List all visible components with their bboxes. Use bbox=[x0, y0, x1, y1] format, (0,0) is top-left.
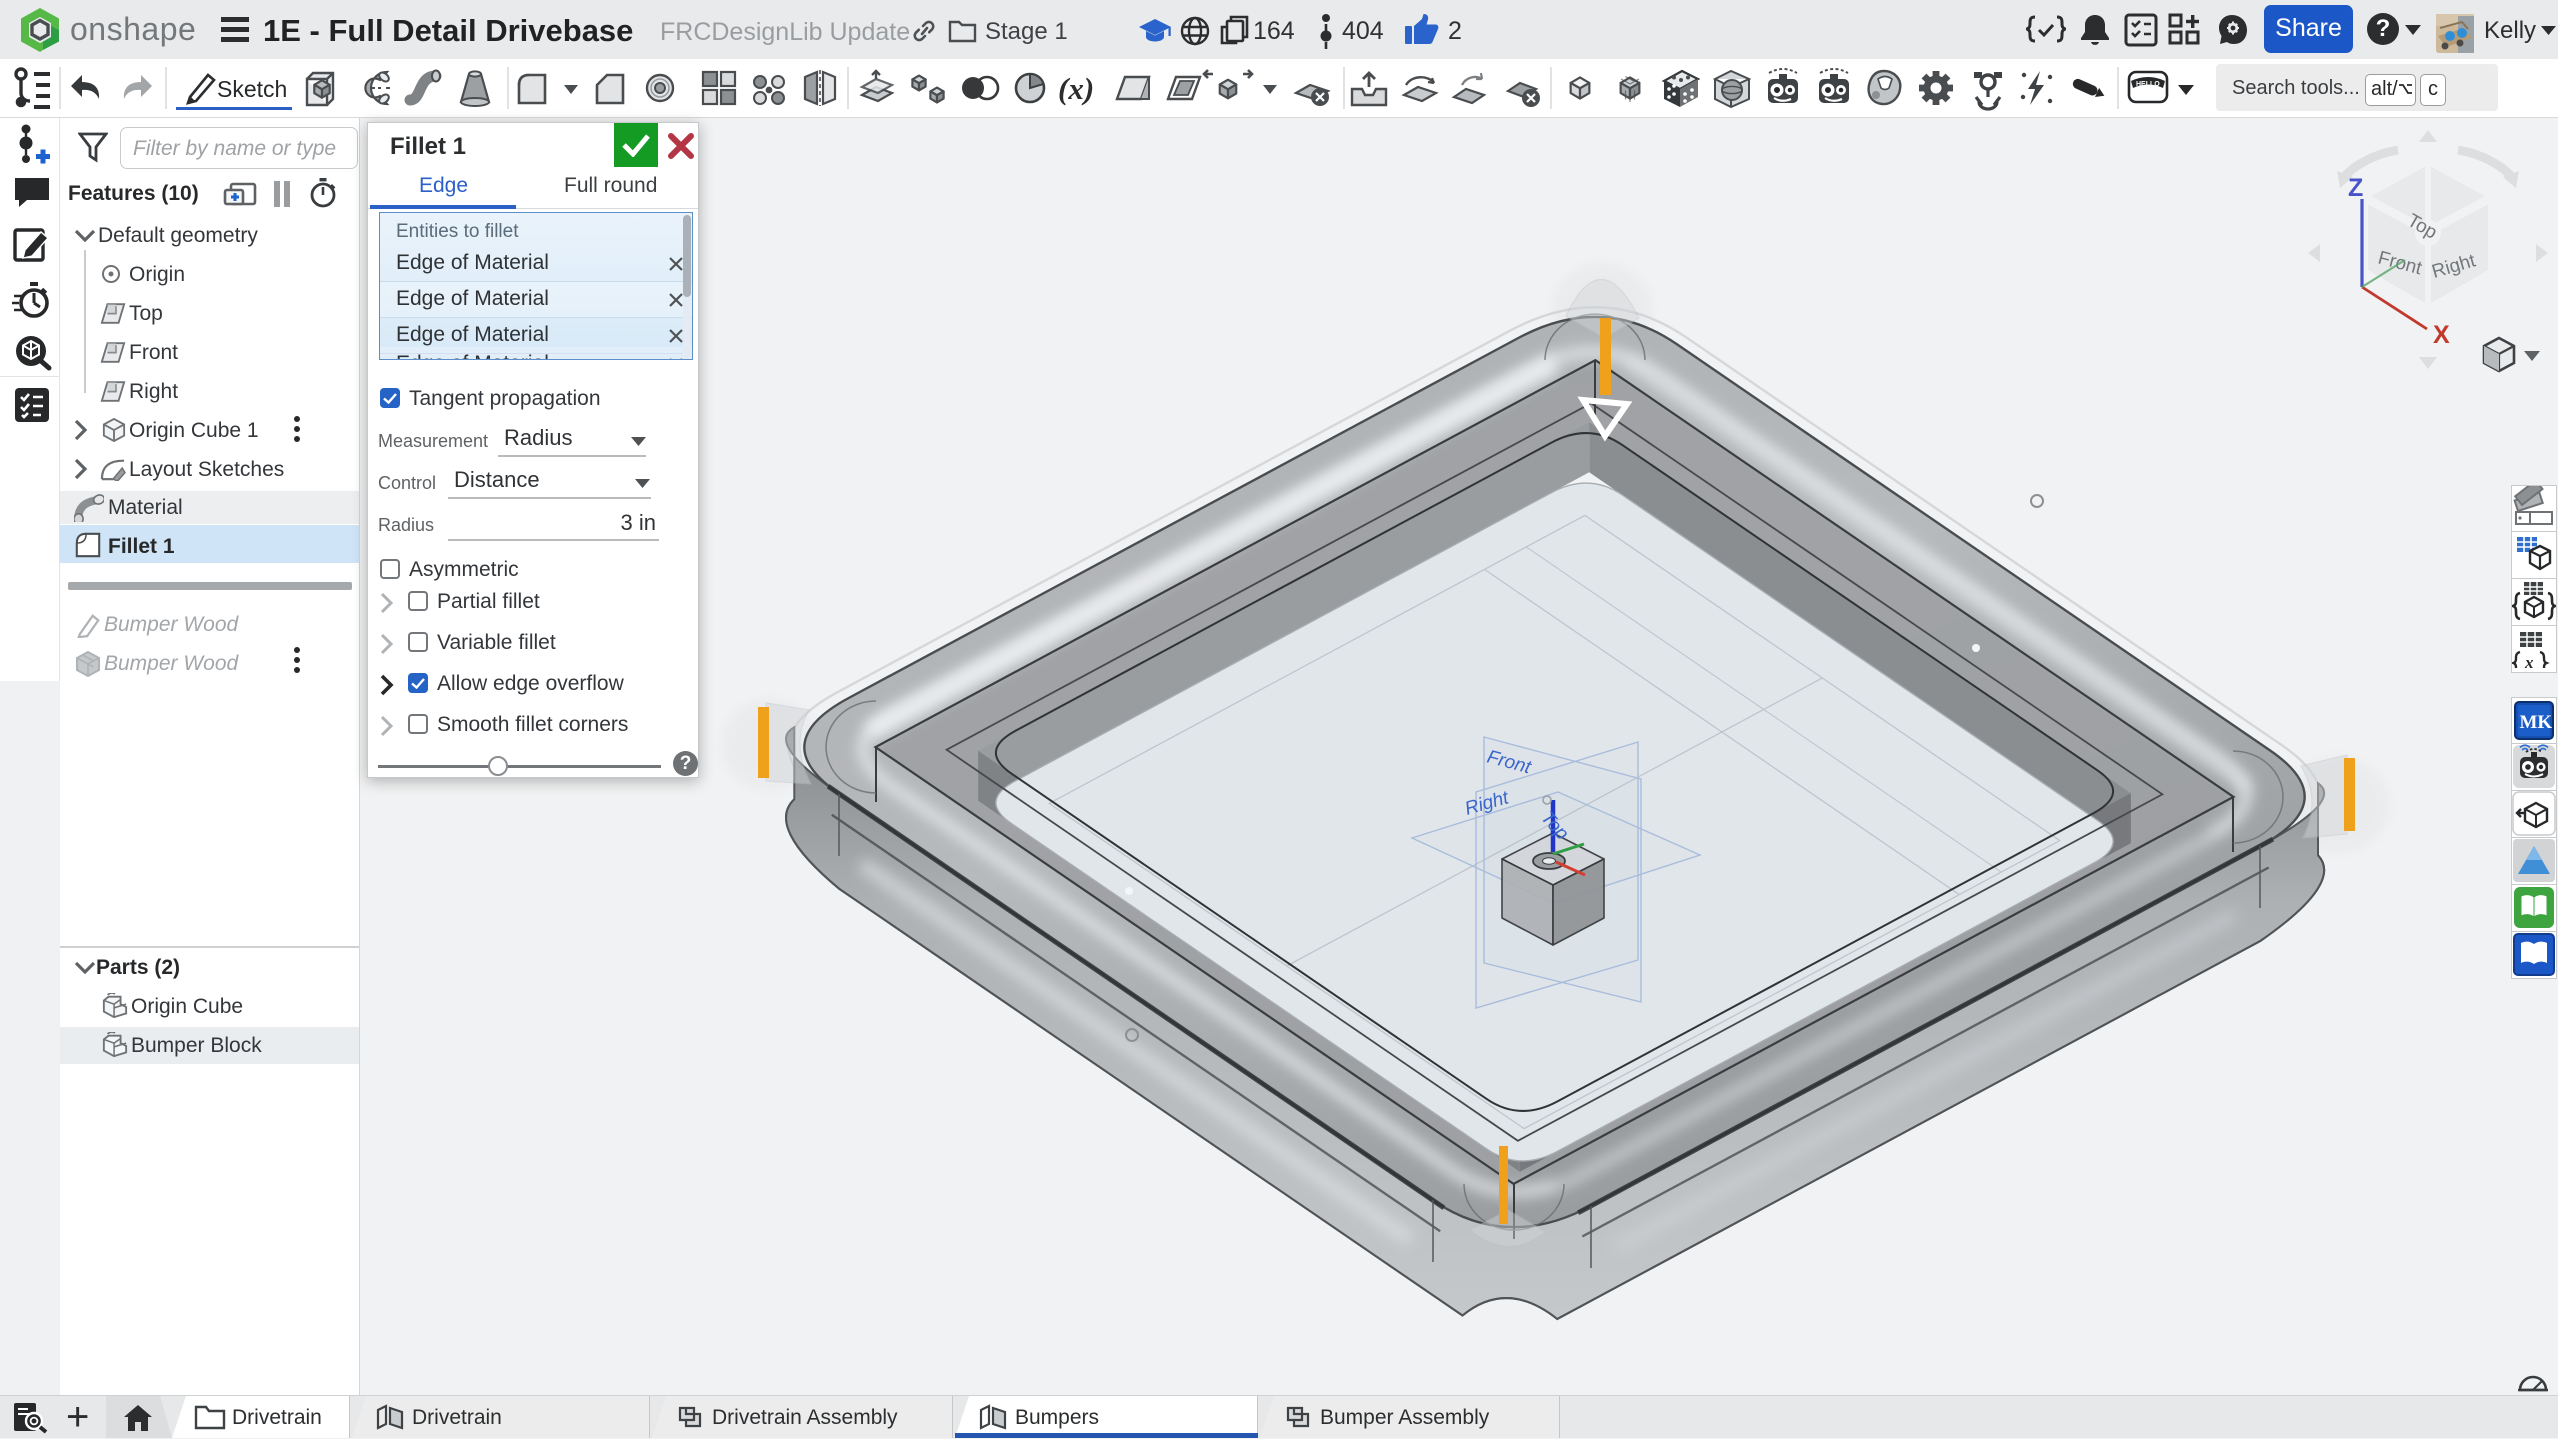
svg-text:Z: Z bbox=[2348, 174, 2363, 202]
svg-text:MK: MK bbox=[2520, 712, 2553, 733]
svg-text:x: x bbox=[2524, 653, 2534, 671]
svg-text:X: X bbox=[2433, 321, 2450, 349]
